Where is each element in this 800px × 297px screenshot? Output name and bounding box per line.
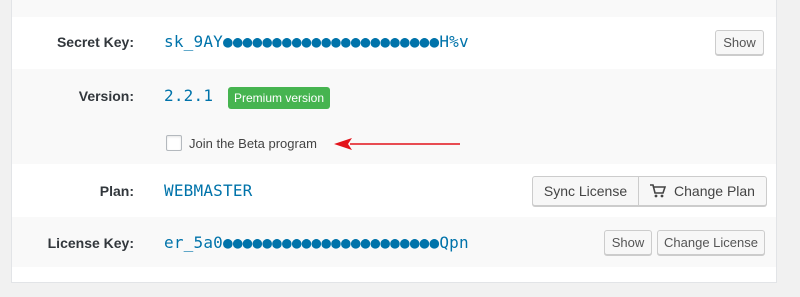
plan-value: WEBMASTER xyxy=(164,181,253,200)
plan-row: Plan: WEBMASTER Sync License Change Plan xyxy=(12,164,776,217)
change-plan-label: Change Plan xyxy=(674,183,755,199)
license-key-label: License Key: xyxy=(47,235,134,251)
license-key-value: er_5a0●●●●●●●●●●●●●●●●●●●●●●Qpn xyxy=(164,233,469,252)
change-plan-button[interactable]: Change Plan xyxy=(639,176,767,206)
red-arrow-icon xyxy=(334,138,460,150)
beta-program-label[interactable]: Join the Beta program xyxy=(189,136,317,151)
cart-icon xyxy=(650,184,667,198)
secret-key-row: Secret Key: sk_9AY●●●●●●●●●●●●●●●●●●●●●●… xyxy=(12,17,776,69)
premium-version-badge: Premium version xyxy=(228,87,331,109)
version-label: Version: xyxy=(78,88,134,104)
license-panel: Secret Key: sk_9AY●●●●●●●●●●●●●●●●●●●●●●… xyxy=(11,0,777,283)
plan-button-group: Sync License Change Plan xyxy=(532,176,767,206)
secret-key-label: Secret Key: xyxy=(56,34,134,50)
plan-label: Plan: xyxy=(99,183,134,199)
show-license-key-button[interactable]: Show xyxy=(604,230,652,255)
beta-program-checkbox[interactable] xyxy=(166,135,182,151)
version-value: 2.2.1 xyxy=(164,86,214,105)
sync-license-button[interactable]: Sync License xyxy=(532,176,639,206)
show-secret-key-button[interactable]: Show xyxy=(715,30,764,55)
top-row xyxy=(12,0,776,17)
change-license-button[interactable]: Change License xyxy=(657,230,765,255)
secret-key-value: sk_9AY●●●●●●●●●●●●●●●●●●●●●●H%v xyxy=(164,32,469,51)
version-row: Version: 2.2.1 Premium version Join the … xyxy=(12,69,776,164)
license-key-row: License Key: er_5a0●●●●●●●●●●●●●●●●●●●●●… xyxy=(12,217,776,267)
